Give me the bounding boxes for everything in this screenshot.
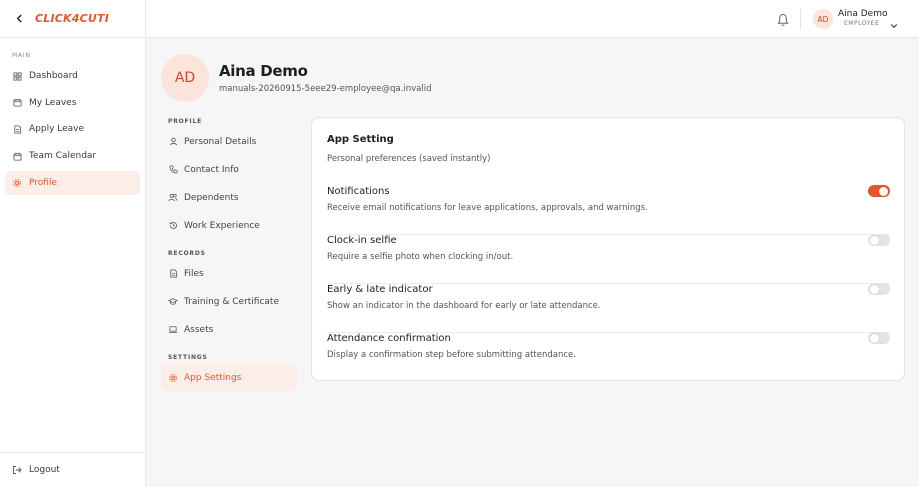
attendance-confirmation-toggle[interactable]: [868, 332, 890, 344]
sidebar-item-my-leaves[interactable]: My Leaves: [5, 91, 140, 115]
sidebar: CLICK4CUTI MAIN Dashboard My Leaves Appl…: [0, 0, 146, 487]
user-menu-toggle[interactable]: [890, 15, 898, 29]
subnav-item-work-experience[interactable]: Work Experience: [161, 212, 297, 239]
setting-title: Clock-in selfie: [327, 235, 397, 246]
setting-clock-in-selfie: Clock-in selfie Require a selfie photo w…: [327, 234, 890, 284]
back-button[interactable]: [12, 12, 26, 26]
sidebar-item-profile[interactable]: Profile: [5, 170, 140, 195]
setting-description: Display a confirmation step before submi…: [327, 350, 576, 360]
subnav-item-label: Personal Details: [184, 136, 257, 147]
document-icon: [12, 124, 22, 134]
subnav-item-label: Dependents: [184, 192, 239, 203]
setting-title: Early & late indicator: [327, 284, 433, 295]
logout-icon: [12, 465, 22, 475]
gear-icon: [168, 373, 178, 383]
app-setting-card: App Setting Personal preferences (saved …: [311, 117, 905, 381]
file-icon: [168, 269, 178, 279]
sidebar-item-dashboard[interactable]: Dashboard: [5, 64, 140, 88]
chevron-left-icon: [16, 14, 22, 23]
setting-description: Require a selfie photo when clocking in/…: [327, 252, 514, 262]
dashboard-icon: [12, 71, 22, 81]
graduation-cap-icon: [168, 297, 178, 307]
subnav-item-contact-info[interactable]: Contact Info: [161, 156, 297, 183]
sidebar-section-main: MAIN: [12, 52, 31, 59]
subnav-item-dependents[interactable]: Dependents: [161, 184, 297, 211]
sidebar-item-label: Dashboard: [29, 71, 78, 81]
subnav-item-personal-details[interactable]: Personal Details: [161, 128, 297, 155]
calendar-icon: [12, 98, 22, 108]
sidebar-item-team-calendar[interactable]: Team Calendar: [5, 144, 140, 168]
sidebar-item-label: Apply Leave: [29, 124, 85, 135]
subnav-item-label: Assets: [184, 324, 214, 335]
card-title: App Setting: [327, 134, 394, 145]
subnav-item-label: Training & Certificate: [184, 296, 280, 307]
subnav-item-label: Contact Info: [184, 164, 239, 175]
logout-label: Logout: [29, 465, 60, 475]
topbar-divider: [800, 9, 801, 29]
setting-notifications: Notifications Receive email notification…: [327, 185, 890, 235]
subnav-section-settings: SETTINGS: [168, 354, 208, 361]
logout-button[interactable]: Logout: [0, 452, 145, 487]
sidebar-item-label: My Leaves: [29, 97, 77, 108]
sidebar-item-label: Profile: [29, 177, 57, 188]
chevron-down-icon: [890, 24, 898, 29]
sidebar-item-label: Team Calendar: [29, 151, 97, 162]
users-icon: [168, 193, 178, 203]
topbar: AD Aina Demo EMPLOYEE: [146, 0, 919, 38]
setting-attendance-confirmation: Attendance confirmation Display a confir…: [327, 332, 890, 382]
setting-description: Show an indicator in the dashboard for e…: [327, 301, 601, 311]
subnav-item-app-settings[interactable]: App Settings: [161, 364, 297, 391]
toggle-knob: [870, 284, 879, 294]
notifications-button[interactable]: [777, 12, 789, 26]
toggle-knob: [870, 235, 879, 245]
avatar[interactable]: AD: [813, 9, 833, 29]
notifications-toggle[interactable]: [868, 185, 890, 197]
setting-early-late-indicator: Early & late indicator Show an indicator…: [327, 283, 890, 333]
profile-email: manuals-20260915-5eee29-employee@qa.inva…: [219, 84, 432, 94]
toggle-knob: [879, 186, 888, 196]
history-icon: [168, 221, 178, 231]
calendar-icon: [12, 151, 22, 161]
phone-icon: [168, 165, 178, 175]
subnav-item-training-certificate[interactable]: Training & Certificate: [161, 288, 297, 315]
subnav-section-records: RECORDS: [168, 250, 206, 257]
user-name[interactable]: Aina Demo: [838, 9, 887, 19]
profile-name: Aina Demo: [219, 62, 308, 80]
early-late-indicator-toggle[interactable]: [868, 283, 890, 295]
subnav-item-label: App Settings: [184, 372, 242, 383]
user-icon: [168, 137, 178, 147]
setting-description: Receive email notifications for leave ap…: [327, 203, 648, 213]
subnav-item-assets[interactable]: Assets: [161, 316, 297, 343]
user-role: EMPLOYEE: [844, 20, 880, 27]
brand-logo[interactable]: CLICK4CUTI: [35, 12, 109, 25]
gear-icon: [12, 178, 22, 188]
brand-bar: CLICK4CUTI: [0, 0, 145, 38]
setting-title: Attendance confirmation: [327, 333, 451, 344]
subnav-section-profile: PROFILE: [168, 118, 202, 125]
sidebar-item-apply-leave[interactable]: Apply Leave: [5, 117, 140, 141]
toggle-knob: [870, 333, 879, 343]
setting-title: Notifications: [327, 186, 390, 197]
laptop-icon: [168, 325, 178, 335]
clock-in-selfie-toggle[interactable]: [868, 234, 890, 246]
bell-icon: [777, 13, 789, 26]
profile-avatar: AD: [161, 54, 209, 102]
subnav-item-label: Work Experience: [184, 220, 260, 231]
subnav-item-files[interactable]: Files: [161, 260, 297, 287]
subnav-item-label: Files: [184, 268, 204, 279]
card-subtitle: Personal preferences (saved instantly): [327, 154, 491, 164]
